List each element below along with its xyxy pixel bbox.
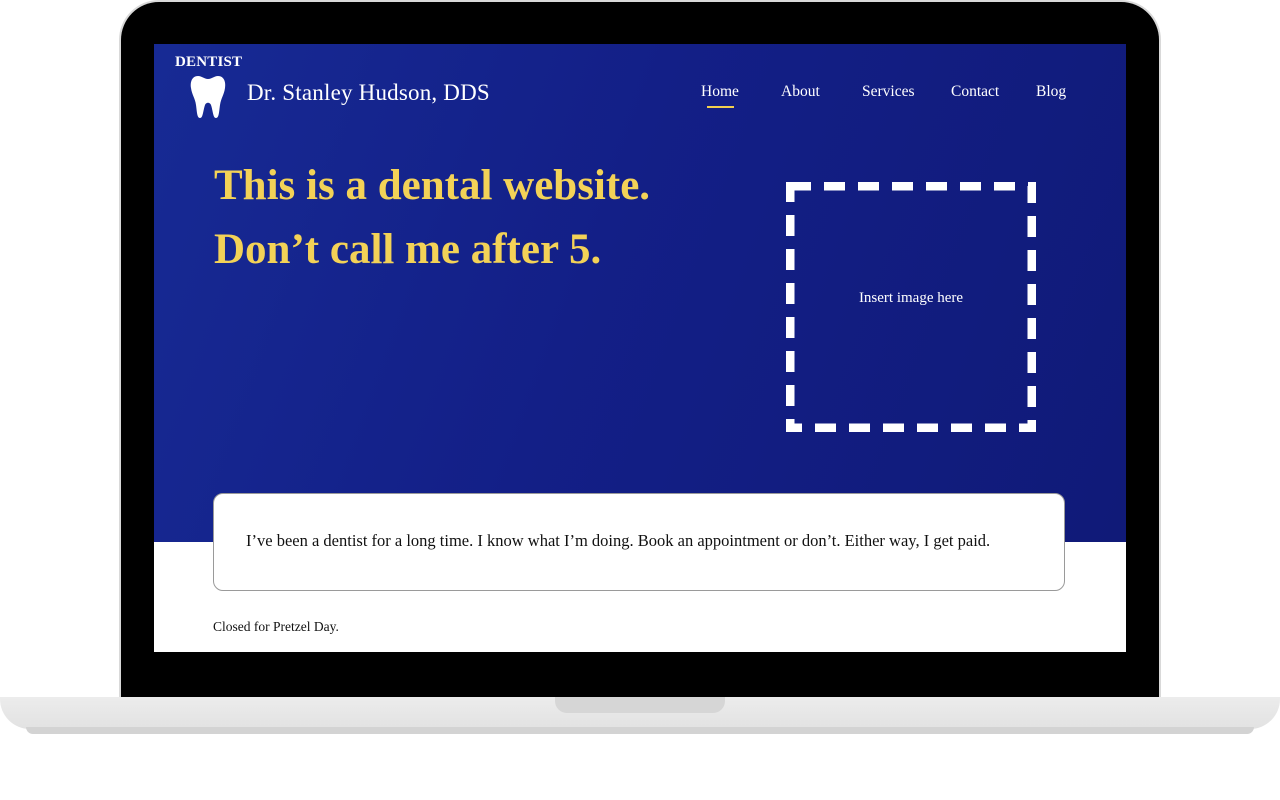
laptop-notch (555, 697, 725, 713)
laptop-base-shadow (26, 727, 1254, 734)
nav-services[interactable]: Services (862, 83, 915, 101)
brand-tag: DENTIST (175, 54, 243, 70)
main-nav: Home About Services Contact Blog (154, 83, 1126, 113)
laptop-screen: DENTIST Dr. Stanley Hudson, DDS Home Abo… (154, 44, 1126, 652)
nav-blog[interactable]: Blog (1036, 83, 1066, 101)
hero-headline: This is a dental website. Don’t call me … (214, 162, 651, 273)
nav-about[interactable]: About (781, 83, 820, 101)
nav-active-indicator (707, 106, 734, 108)
quote-card: I’ve been a dentist for a long time. I k… (213, 493, 1065, 591)
footer-note: Closed for Pretzel Day. (213, 619, 339, 634)
image-placeholder-label: Insert image here (858, 290, 964, 306)
nav-home[interactable]: Home (701, 83, 739, 101)
image-placeholder[interactable] (786, 182, 1036, 432)
nav-contact[interactable]: Contact (951, 83, 999, 101)
quote-text: I’ve been a dentist for a long time. I k… (246, 531, 991, 550)
